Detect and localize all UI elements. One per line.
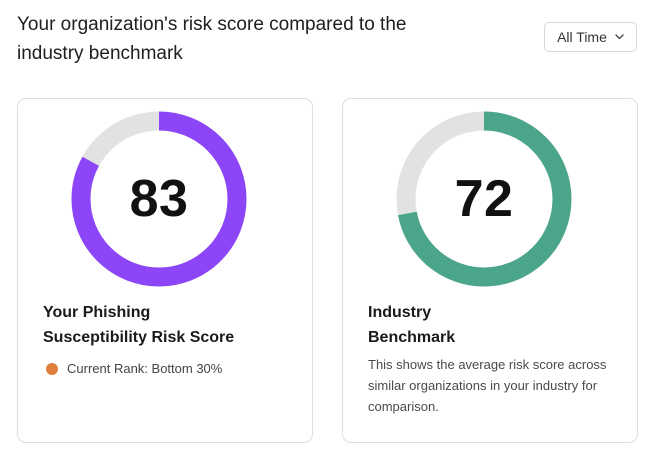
benchmark-value: 72 bbox=[454, 170, 514, 228]
risk-score-title-line1: Your Phishing bbox=[43, 304, 151, 321]
risk-score-card: 83 Your Phishing Susceptibility Risk Sco… bbox=[17, 98, 313, 443]
period-dropdown[interactable]: All Time bbox=[544, 22, 637, 52]
benchmark-title-line2: Benchmark bbox=[368, 329, 456, 346]
page-title: Your organization's risk score compared … bbox=[17, 14, 407, 64]
risk-score-title: Your Phishing Susceptibility Risk Score bbox=[43, 300, 293, 350]
current-rank: Current Rank: Bottom 30% bbox=[46, 361, 222, 376]
benchmark-title: Industry Benchmark bbox=[368, 300, 618, 350]
period-dropdown-label: All Time bbox=[557, 29, 607, 45]
risk-score-title-line2: Susceptibility Risk Score bbox=[43, 329, 235, 346]
benchmark-title-line1: Industry bbox=[368, 304, 432, 321]
rank-status-dot bbox=[46, 362, 58, 375]
chevron-down-icon bbox=[615, 34, 624, 40]
risk-score-value: 83 bbox=[129, 170, 189, 228]
current-rank-text: Current Rank: Bottom 30% bbox=[67, 361, 223, 376]
benchmark-gauge: 72 bbox=[390, 105, 578, 293]
industry-benchmark-card: 72 Industry Benchmark This shows the ave… bbox=[342, 98, 638, 443]
risk-score-gauge: 83 bbox=[65, 105, 253, 293]
benchmark-description: This shows the average risk score across… bbox=[368, 357, 607, 414]
